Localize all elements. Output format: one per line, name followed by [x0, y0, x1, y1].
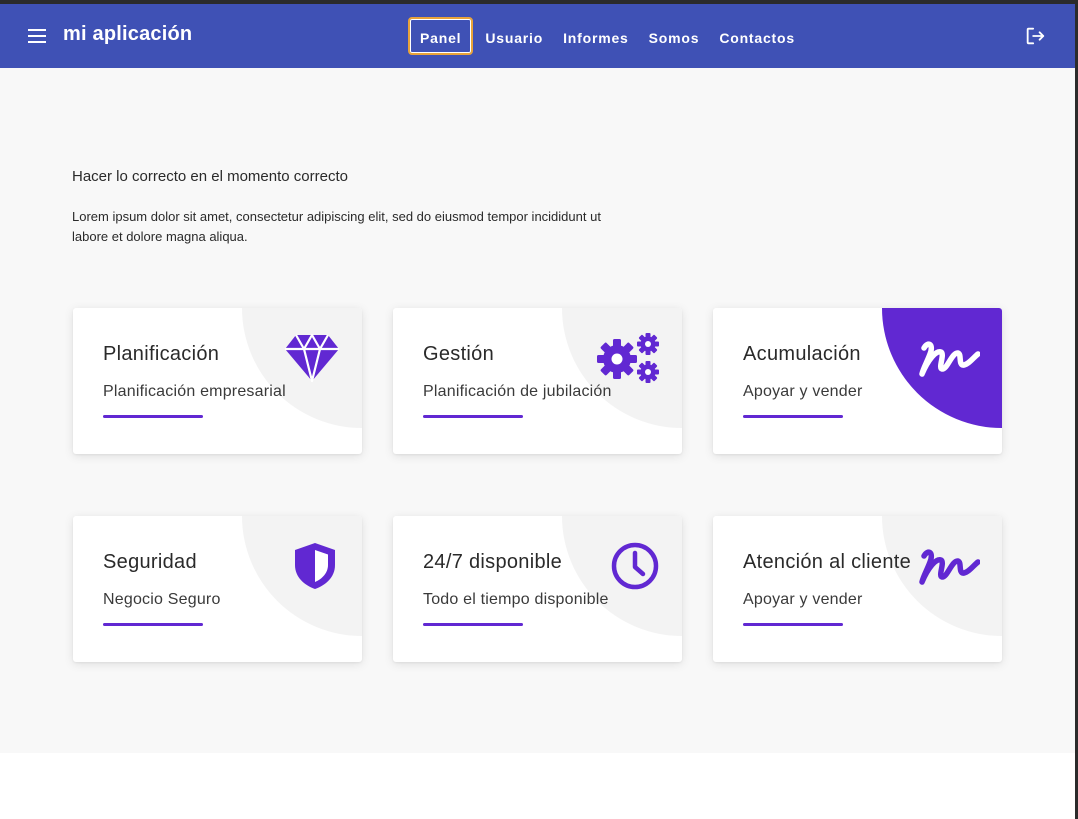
card-accent-bar	[423, 415, 523, 418]
menu-icon[interactable]	[28, 25, 50, 47]
card-subtitle: Negocio Seguro	[103, 591, 221, 608]
card-subtitle: Todo el tiempo disponible	[423, 591, 609, 608]
shield-icon	[291, 541, 339, 596]
gears-icon	[597, 332, 661, 389]
card-title: Atención al cliente	[743, 551, 912, 573]
nav-link-somos[interactable]: Somos	[639, 17, 710, 55]
card-seguridad[interactable]: Seguridad Negocio Seguro	[73, 516, 362, 662]
app-title: mi aplicación	[63, 23, 193, 45]
hero-text: Lorem ipsum dolor sit amet, consectetur …	[72, 209, 601, 244]
logout-icon[interactable]	[1024, 25, 1046, 47]
card-planificacion[interactable]: Planificación Planificación empresarial	[73, 308, 362, 454]
card-acumulacion[interactable]: Acumulación Apoyar y vender	[713, 308, 1002, 454]
main-content: Hacer lo correcto en el momento correcto…	[0, 68, 1075, 753]
card-atencion-al-cliente[interactable]: Atención al cliente Apoyar y vender	[713, 516, 1002, 662]
nav-links: Panel Usuario Informes Somos Contactos	[408, 17, 805, 55]
card-subtitle: Apoyar y vender	[743, 383, 863, 400]
top-navbar: mi aplicación Panel Usuario Informes Som…	[0, 4, 1075, 68]
diamond-icon	[284, 333, 340, 388]
card-title: Seguridad	[103, 551, 197, 573]
nav-link-usuario[interactable]: Usuario	[475, 17, 553, 55]
hero-heading: Hacer lo correcto en el momento correcto	[72, 168, 348, 185]
signature-icon	[918, 546, 981, 591]
card-accent-bar	[423, 623, 523, 626]
signature-icon	[918, 338, 981, 383]
nav-link-panel[interactable]: Panel	[408, 17, 474, 55]
card-subtitle: Planificación empresarial	[103, 383, 286, 400]
nav-link-informes[interactable]: Informes	[553, 17, 639, 55]
card-title: Planificación	[103, 343, 220, 365]
card-gestion[interactable]: Gestión Planificación de jubilación	[393, 308, 682, 454]
clock-icon	[610, 541, 660, 596]
card-accent-bar	[743, 415, 843, 418]
card-accent-bar	[103, 415, 203, 418]
card-accent-bar	[103, 623, 203, 626]
card-subtitle: Planificación de jubilación	[423, 383, 612, 400]
card-title: Gestión	[423, 343, 495, 365]
card-title: Acumulación	[743, 343, 861, 365]
card-subtitle: Apoyar y vender	[743, 591, 863, 608]
card-title: 24/7 disponible	[423, 551, 563, 573]
nav-link-contactos[interactable]: Contactos	[709, 17, 805, 55]
card-24-7-disponible[interactable]: 24/7 disponible Todo el tiempo disponibl…	[393, 516, 682, 662]
card-accent-bar	[743, 623, 843, 626]
